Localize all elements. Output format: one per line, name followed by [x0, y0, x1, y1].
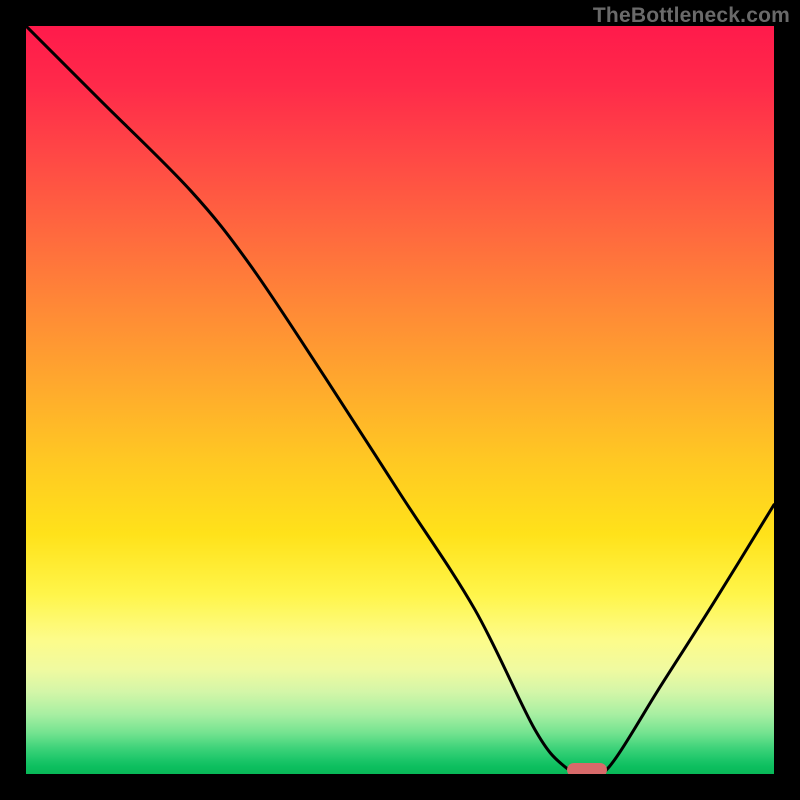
optimal-point-marker — [567, 763, 607, 774]
bottleneck-curve-svg — [26, 26, 774, 774]
watermark-text: TheBottleneck.com — [593, 4, 790, 28]
chart-frame: TheBottleneck.com — [0, 0, 800, 800]
plot-area — [26, 26, 774, 774]
bottleneck-curve — [26, 26, 774, 774]
